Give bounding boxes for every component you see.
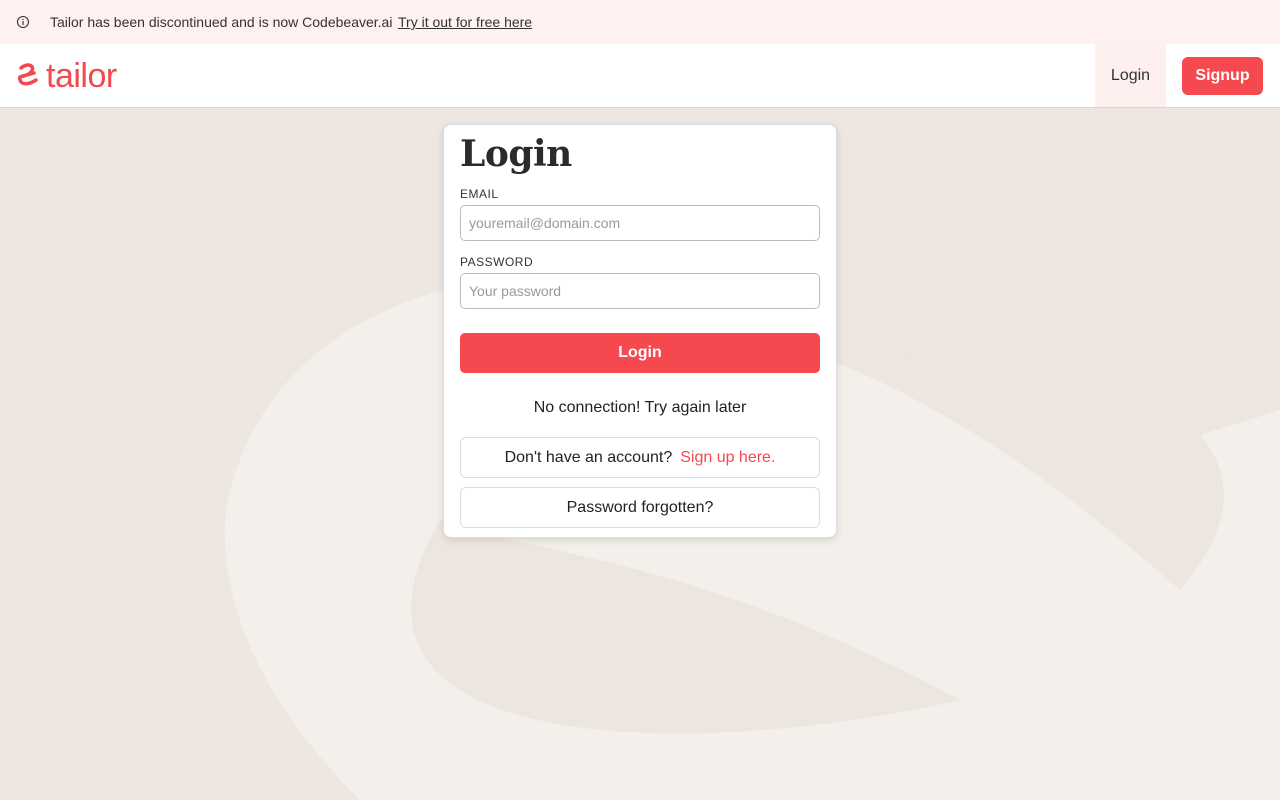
try-codebeaver-link[interactable]: Try it out for free here (398, 14, 532, 30)
signup-prompt-text: Don't have an account? (504, 448, 673, 466)
logo-text: tailor (46, 57, 117, 95)
tailor-logo-icon (17, 63, 38, 86)
email-input[interactable] (460, 205, 820, 241)
discontinued-banner: Tailor has been discontinued and is now … (0, 0, 1280, 44)
top-navbar: tailor Login Signup (0, 44, 1280, 108)
login-submit-button[interactable]: Login (460, 333, 820, 373)
nav-login-button[interactable]: Login (1095, 44, 1166, 107)
banner-text: Tailor has been discontinued and is now … (50, 14, 393, 30)
info-icon (16, 15, 30, 29)
nav-signup-button[interactable]: Signup (1182, 57, 1263, 95)
forgot-password-button[interactable]: Password forgotten? (460, 487, 820, 528)
email-label: EMAIL (460, 187, 499, 201)
password-label: PASSWORD (460, 255, 534, 269)
tailor-logo[interactable]: tailor (16, 58, 117, 94)
signup-link[interactable]: Sign up here. (680, 449, 775, 467)
login-card: Login EMAIL PASSWORD Login No connection… (443, 124, 837, 538)
forgot-password-text: Password forgotten? (566, 498, 714, 516)
signup-prompt-box: Don't have an account? Sign up here. (460, 437, 820, 478)
connection-error-message: No connection! Try again later (533, 399, 747, 416)
login-title: Login (460, 133, 572, 175)
password-input[interactable] (460, 273, 820, 309)
